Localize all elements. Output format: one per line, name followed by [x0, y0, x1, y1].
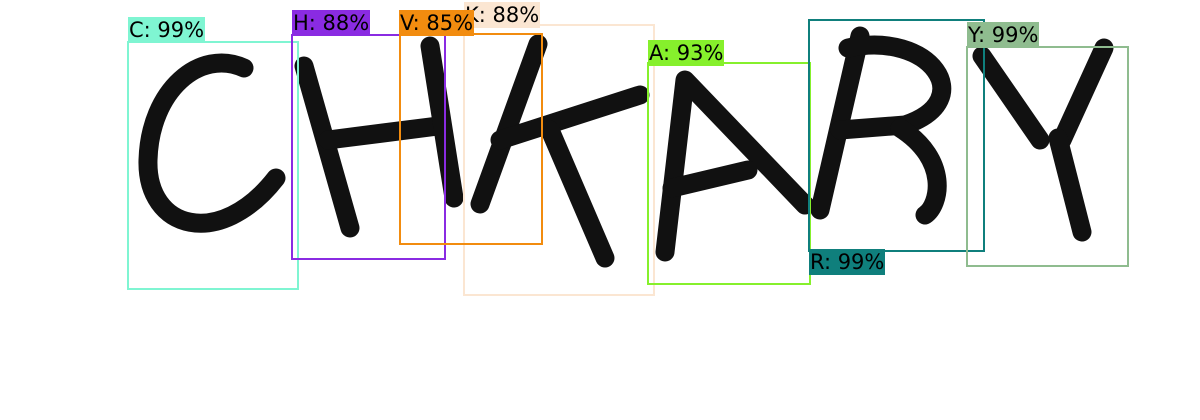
- detection-label-y: Y: 99%: [967, 22, 1040, 48]
- detection-label-k: K: 88%: [464, 2, 541, 28]
- detection-label-r: R: 99%: [809, 249, 886, 275]
- detection-label-v: V: 85%: [399, 10, 475, 36]
- detection-box-v: [399, 33, 543, 245]
- detection-box-c: [127, 41, 299, 290]
- detection-box-a: [647, 62, 811, 285]
- detection-label-h: H: 88%: [292, 10, 371, 36]
- detection-box-y: [966, 46, 1129, 267]
- detection-label-a: A: 93%: [648, 40, 725, 66]
- detection-label-c: C: 99%: [128, 17, 206, 43]
- detection-box-r: [808, 19, 985, 252]
